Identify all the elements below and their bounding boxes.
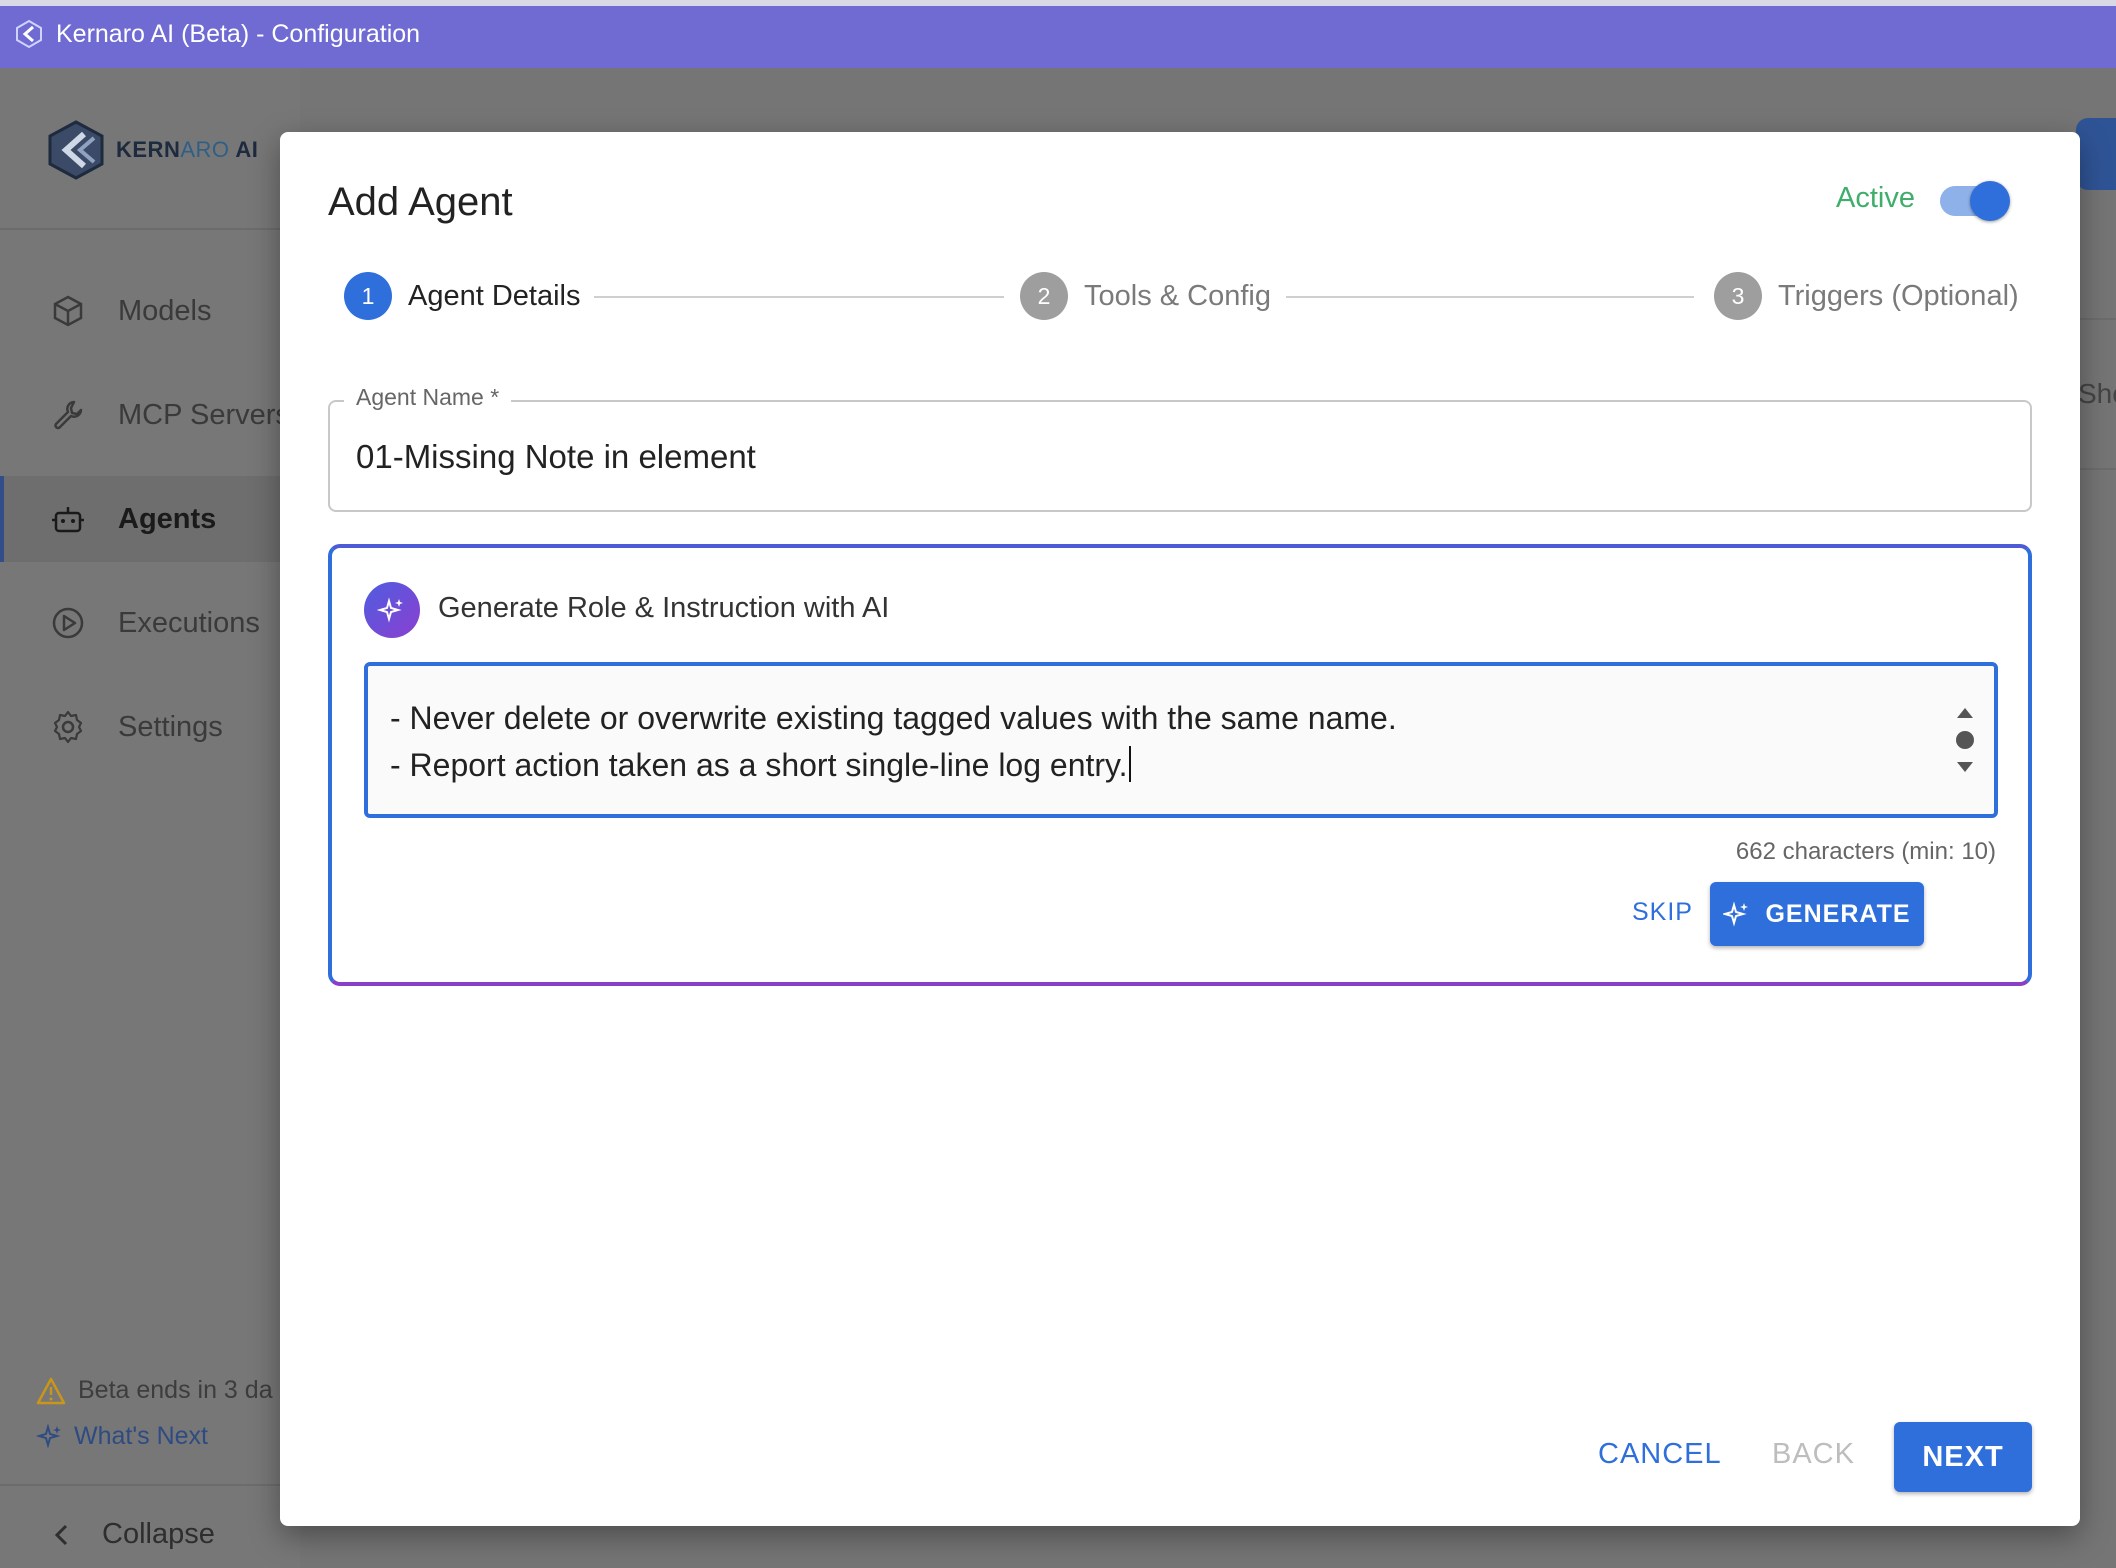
- gear-icon: [53, 710, 83, 744]
- logo-suffix: AI: [235, 137, 259, 162]
- collapse-label: Collapse: [102, 1518, 215, 1550]
- textarea-line: - Never delete or overwrite existing tag…: [390, 700, 1397, 736]
- step-label: Tools & Config: [1084, 279, 1271, 312]
- step-number: 2: [1020, 272, 1068, 320]
- collapse-button[interactable]: Collapse: [52, 1518, 215, 1551]
- ai-generate-panel: Generate Role & Instruction with AI - Ne…: [328, 544, 2032, 986]
- sidebar-item-label: MCP Servers: [118, 398, 290, 431]
- ai-sparkle-badge: [364, 582, 420, 638]
- next-button[interactable]: NEXT: [1894, 1422, 2032, 1492]
- step-label: Agent Details: [408, 279, 581, 312]
- sparkle-icon: [1723, 901, 1749, 927]
- sidebar-item-label: Executions: [118, 606, 260, 639]
- taskbar-strip: [0, 0, 2116, 6]
- kernaro-logo: KERNARO AI: [46, 118, 258, 182]
- wrench-icon: [54, 400, 83, 430]
- window-title: Kernaro AI (Beta) - Configuration: [56, 19, 421, 48]
- beta-notice-text: Beta ends in 3 da: [78, 1376, 273, 1404]
- app-logo-icon: [16, 19, 42, 49]
- sidebar-item-executions[interactable]: Executions: [0, 580, 300, 666]
- sidebar-item-agents[interactable]: Agents: [0, 476, 300, 562]
- sidebar-item-label: Agents: [118, 502, 217, 535]
- whats-next-label: What's Next: [74, 1422, 208, 1450]
- logo-accent: ARO: [180, 137, 230, 162]
- sparkle-icon: [377, 597, 403, 623]
- background-divider: [2078, 468, 2116, 470]
- ai-panel-title: Generate Role & Instruction with AI: [438, 592, 890, 624]
- window-title-bar: Kernaro AI (Beta) - Configuration: [0, 0, 2116, 68]
- sidebar-item-mcp-servers[interactable]: MCP Servers: [0, 372, 300, 458]
- sidebar-item-models[interactable]: Models: [0, 268, 300, 354]
- step-number: 1: [344, 272, 392, 320]
- background-cut-text: Sho: [2078, 378, 2116, 409]
- active-label: Active: [1836, 182, 1915, 214]
- sidebar-divider: [0, 1484, 300, 1486]
- step-tools-config[interactable]: 2 Tools & Config: [1020, 272, 1271, 320]
- step-connector: [594, 296, 1004, 298]
- whats-next-link[interactable]: What's Next: [36, 1422, 208, 1451]
- logo-main: KERN: [116, 137, 181, 162]
- textarea-line-text: - Report action taken as a short single-…: [390, 747, 1128, 783]
- character-count: 662 characters (min: 10): [1735, 838, 1996, 865]
- back-button[interactable]: BACK: [1772, 1438, 1855, 1471]
- kernaro-logo-icon: [48, 120, 104, 180]
- sparkle-icon: [36, 1422, 61, 1449]
- toggle-knob[interactable]: [1970, 181, 2010, 221]
- sidebar: KERNARO AI Models MCP Servers Agents Exe…: [0, 68, 300, 1568]
- robot-icon: [52, 507, 84, 533]
- instruction-textarea[interactable]: - Never delete or overwrite existing tag…: [364, 662, 1998, 818]
- cancel-button[interactable]: CANCEL: [1598, 1438, 1722, 1471]
- sidebar-item-label: Settings: [118, 710, 223, 743]
- add-fab-button[interactable]: [2076, 118, 2116, 190]
- step-triggers[interactable]: 3 Triggers (Optional): [1714, 272, 2019, 320]
- textarea-line: - Report action taken as a short single-…: [390, 746, 1131, 784]
- cube-icon: [53, 295, 83, 327]
- beta-notice: Beta ends in 3 da: [36, 1376, 273, 1405]
- sidebar-item-label: Models: [118, 294, 212, 327]
- chevron-left-icon: [54, 1524, 68, 1545]
- step-agent-details[interactable]: 1 Agent Details: [344, 272, 581, 320]
- add-agent-dialog: Add Agent Active 1 Agent Details 2 Tools…: [280, 132, 2080, 1526]
- step-label: Triggers (Optional): [1778, 279, 2019, 312]
- sidebar-divider: [0, 228, 300, 230]
- textarea-scroll-control[interactable]: [1954, 704, 1976, 784]
- agent-name-input[interactable]: 01-Missing Note in element: [356, 438, 756, 476]
- play-circle-icon: [52, 607, 84, 639]
- active-toggle[interactable]: [1940, 181, 2010, 221]
- text-caret: [1128, 746, 1131, 782]
- agent-name-label: Agent Name *: [344, 384, 512, 411]
- dialog-title: Add Agent: [328, 180, 513, 224]
- generate-label: GENERATE: [1765, 899, 1911, 928]
- step-number: 3: [1714, 272, 1762, 320]
- step-connector: [1286, 296, 1694, 298]
- logo-wordmark: KERNARO AI: [116, 137, 258, 163]
- agent-name-field[interactable]: Agent Name * 01-Missing Note in element: [328, 384, 2032, 512]
- warning-icon: [36, 1377, 66, 1404]
- skip-button[interactable]: SKIP: [1632, 898, 1693, 927]
- sidebar-item-settings[interactable]: Settings: [0, 684, 300, 770]
- background-divider: [2078, 318, 2116, 320]
- generate-button[interactable]: GENERATE: [1710, 882, 1924, 946]
